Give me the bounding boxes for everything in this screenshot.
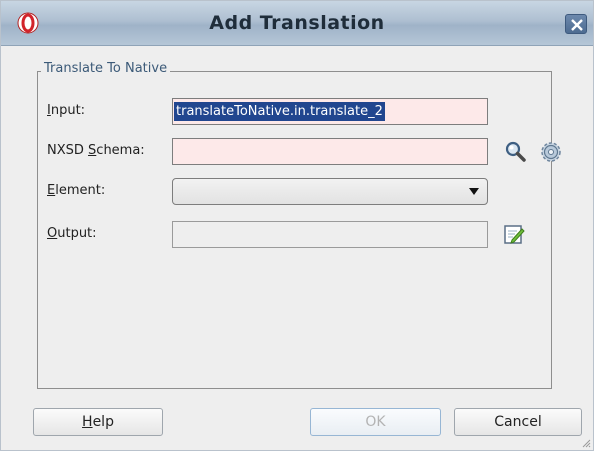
edit-icon[interactable] (502, 223, 526, 247)
group-legend: Translate To Native (41, 61, 171, 76)
gear-icon[interactable] (539, 140, 563, 164)
input-label: Input: (47, 103, 86, 118)
dialog-title: Add Translation (209, 12, 385, 34)
close-button[interactable] (565, 14, 587, 34)
output-label: Output: (47, 226, 97, 241)
search-icon[interactable] (504, 140, 528, 164)
title-bar[interactable]: Add Translation (1, 1, 593, 46)
output-field[interactable] (172, 221, 488, 248)
element-dropdown[interactable] (172, 178, 488, 205)
ok-button[interactable]: OK (310, 408, 441, 436)
nxsd-schema-field[interactable] (172, 138, 488, 165)
input-field[interactable]: translateToNative.in.translate_2 (172, 98, 488, 125)
help-button[interactable]: Help (33, 408, 163, 436)
close-icon (571, 19, 583, 31)
nxsd-schema-label: NXSD Schema: (47, 143, 145, 158)
input-field-value: translateToNative.in.translate_2 (174, 102, 385, 121)
add-translation-dialog: Add Translation Translate To Native Inpu… (0, 0, 594, 451)
element-label: Element: (47, 183, 106, 198)
chevron-down-icon (469, 188, 479, 195)
resize-grip-icon[interactable] (581, 438, 591, 448)
cancel-button[interactable]: Cancel (454, 408, 582, 436)
